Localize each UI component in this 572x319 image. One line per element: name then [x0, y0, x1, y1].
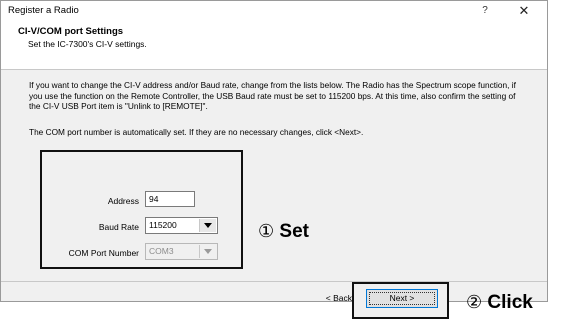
back-button[interactable]: < Back [280, 288, 354, 308]
com-port-label: COM Port Number [68, 248, 139, 258]
instructions-paragraph: If you want to change the CI-V address a… [29, 80, 516, 112]
callout-set: ① Set [258, 221, 309, 243]
com-port-value: COM3 [149, 246, 174, 256]
com-port-note: The COM port number is automatically set… [29, 127, 364, 137]
next-button[interactable]: Next > [366, 289, 438, 308]
callout-set-label: Set [279, 221, 309, 242]
baud-rate-select[interactable]: 115200 [145, 217, 218, 234]
help-button[interactable]: ? [478, 4, 492, 18]
window-title: Register a Radio [8, 5, 79, 16]
callout-set-number: ① [258, 221, 275, 242]
address-label: Address [107, 196, 139, 206]
page-subtitle: Set the IC-7300's CI-V settings. [28, 39, 147, 49]
callout-click: ② Click [466, 292, 533, 314]
footer-divider [1, 281, 547, 282]
close-icon[interactable]: ✕ [516, 3, 532, 19]
com-port-select: COM3 [145, 243, 218, 260]
screenshot-canvas: Register a Radio ? ✕ CI-V/COM port Setti… [0, 0, 572, 319]
baud-rate-label: Baud Rate [98, 222, 139, 232]
address-field[interactable]: 94 [145, 191, 195, 207]
callout-click-label: Click [487, 292, 533, 313]
callout-click-number: ② [466, 292, 483, 313]
chevron-down-icon[interactable] [199, 219, 216, 232]
page-title: CI-V/COM port Settings [18, 26, 124, 37]
baud-rate-value: 115200 [149, 220, 177, 230]
chevron-down-icon [199, 245, 216, 258]
title-bar: Register a Radio ? ✕ [1, 1, 547, 22]
wizard-header: CI-V/COM port Settings Set the IC-7300's… [1, 22, 547, 70]
